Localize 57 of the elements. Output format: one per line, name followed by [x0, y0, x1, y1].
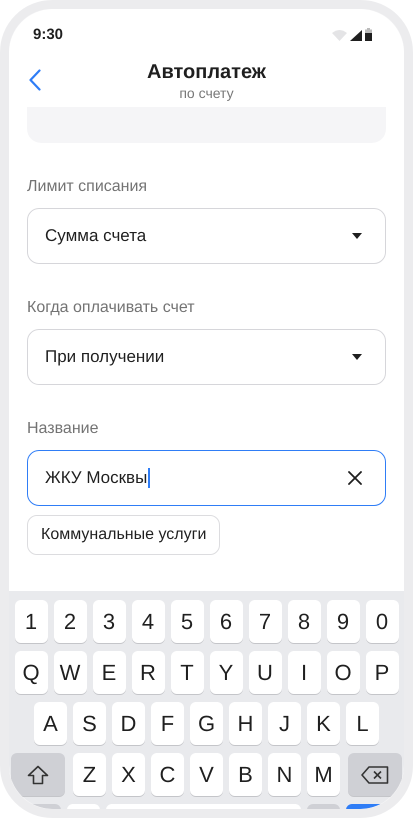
keyboard-key[interactable]: M: [307, 753, 340, 796]
screen-title: Автоплатеж: [147, 60, 266, 84]
keyboard-key[interactable]: J: [268, 702, 301, 745]
suggestion-chip[interactable]: Коммунальные услуги: [27, 515, 220, 555]
dropdown[interactable]: При получении: [27, 329, 386, 385]
battery-icon: [365, 28, 372, 40]
keyboard-key[interactable]: V: [190, 753, 223, 796]
back-button[interactable]: [27, 67, 43, 93]
keyboard-key[interactable]: U: [248, 651, 282, 694]
clear-icon[interactable]: [348, 471, 362, 485]
keyboard-key[interactable]: F: [151, 702, 184, 745]
keyboard-key[interactable]: T: [170, 651, 204, 694]
name-input-field[interactable]: ЖКУ Москвы: [27, 450, 386, 506]
keyboard-key[interactable]: S: [73, 702, 106, 745]
wifi-icon: [332, 30, 347, 40]
keyboard-key[interactable]: I: [288, 651, 320, 694]
keyboard-key[interactable]: X: [112, 753, 145, 796]
keyboard-key[interactable]: P: [366, 651, 398, 694]
field-label: Лимит списания: [27, 177, 148, 197]
dropdown[interactable]: Сумма счета: [27, 208, 386, 264]
shift-key[interactable]: [11, 753, 65, 796]
keyboard-key[interactable]: Z: [73, 753, 106, 796]
dropdown-caret-icon: [352, 233, 362, 239]
keyboard-key[interactable]: A: [34, 702, 67, 745]
field-label: Когда оплачивать счет: [27, 298, 196, 318]
keyboard-key[interactable]: R: [132, 651, 164, 694]
keyboard-key[interactable]: G: [190, 702, 223, 745]
keyboard-key[interactable]: B: [229, 753, 262, 796]
keyboard-key[interactable]: 5: [170, 600, 204, 643]
keyboard-key[interactable]: N: [268, 753, 301, 796]
keyboard-key[interactable]: 1: [14, 600, 48, 643]
keyboard-key[interactable]: O: [326, 651, 360, 694]
keyboard-key[interactable]: K: [307, 702, 340, 745]
screen-subtitle: по счету: [179, 84, 234, 102]
shift-icon: [27, 764, 49, 784]
field-label: Название: [27, 419, 100, 439]
keyboard-key[interactable]: H: [229, 702, 262, 745]
keyboard-key[interactable]: E: [92, 651, 126, 694]
keyboard-key[interactable]: 7: [248, 600, 282, 643]
backspace-key[interactable]: [348, 753, 402, 796]
status-time: 9:30: [33, 26, 64, 42]
keyboard-key[interactable]: L: [346, 702, 379, 745]
keyboard-key[interactable]: C: [151, 753, 184, 796]
keyboard-key[interactable]: 0: [366, 600, 398, 643]
signal-icon: [350, 30, 362, 40]
keyboard-key[interactable]: Y: [210, 651, 242, 694]
keyboard-key[interactable]: 8: [288, 600, 320, 643]
backspace-icon: [361, 766, 389, 784]
keyboard-key[interactable]: D: [112, 702, 145, 745]
keyboard-key[interactable]: W: [54, 651, 86, 694]
dropdown-caret-icon: [352, 354, 362, 360]
keyboard-key[interactable]: 2: [54, 600, 86, 643]
keyboard-key[interactable]: 3: [92, 600, 126, 643]
keyboard-key[interactable]: Q: [14, 651, 48, 694]
keyboard-key[interactable]: 9: [326, 600, 360, 643]
keyboard-key[interactable]: 6: [210, 600, 242, 643]
keyboard-key[interactable]: 4: [132, 600, 164, 643]
